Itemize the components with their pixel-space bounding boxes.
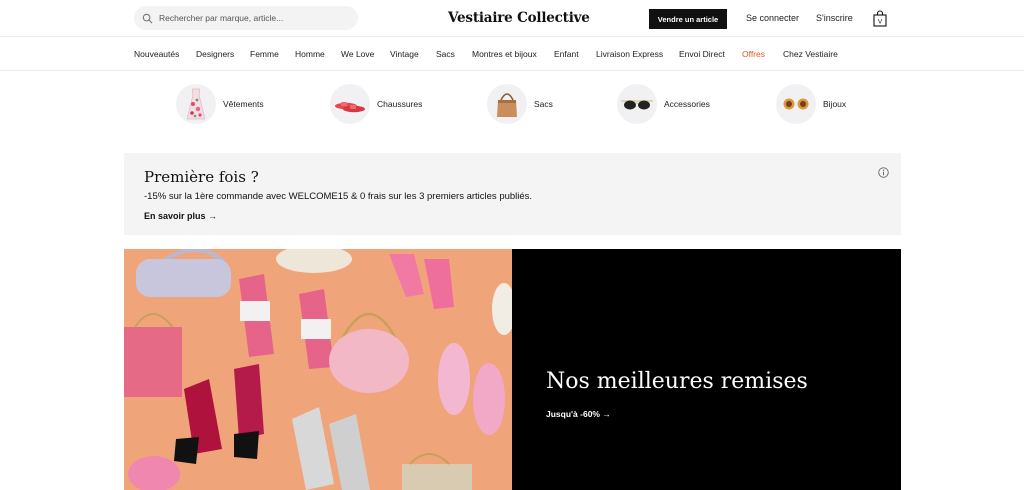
- info-icon[interactable]: [878, 167, 889, 178]
- dress-thumbnail-icon: [176, 84, 216, 124]
- bag-badge: V: [878, 19, 883, 26]
- sunglasses-thumbnail-icon: [617, 84, 657, 124]
- nav-item-chez-vestiaire[interactable]: Chez Vestiaire: [783, 49, 838, 59]
- promo-description: -15% sur la 1ère commande avec WELCOME15…: [144, 191, 533, 202]
- main-navigation: Nouveautés Designers Femme Homme We Love…: [0, 38, 1024, 71]
- nav-item-we-love[interactable]: We Love: [341, 49, 374, 59]
- category-chaussures[interactable]: Chaussures: [330, 84, 422, 124]
- nav-item-designers[interactable]: Designers: [196, 49, 234, 59]
- site-logo[interactable]: Vestiaire Collective: [448, 10, 590, 26]
- nav-item-homme[interactable]: Homme: [295, 49, 325, 59]
- search-icon: [142, 13, 153, 23]
- hero-discount-link[interactable]: Jusqu'à -60% →: [546, 409, 611, 419]
- category-sacs[interactable]: Sacs: [487, 84, 553, 124]
- nav-item-offres[interactable]: Offres: [742, 49, 765, 59]
- category-vetements[interactable]: Vêtements: [176, 84, 264, 124]
- earrings-thumbnail-icon: [776, 84, 816, 124]
- shoes-thumbnail-icon: [330, 84, 370, 124]
- promo-title: Première fois ?: [144, 168, 259, 186]
- login-link[interactable]: Se connecter: [746, 13, 799, 23]
- hero-banner[interactable]: Nos meilleures remises Jusqu'à -60% →: [124, 249, 901, 490]
- bag-thumbnail-icon: [487, 84, 527, 124]
- category-label: Bijoux: [823, 99, 847, 109]
- hero-text-panel: Nos meilleures remises Jusqu'à -60% →: [512, 249, 901, 490]
- category-accessories[interactable]: Accessories: [617, 84, 710, 124]
- sell-item-button[interactable]: Vendre un article: [649, 9, 727, 29]
- category-label: Accessories: [664, 99, 710, 109]
- first-order-promo-banner: Première fois ? -15% sur la 1ère command…: [124, 153, 901, 235]
- nav-item-sacs[interactable]: Sacs: [436, 49, 455, 59]
- nav-item-femme[interactable]: Femme: [250, 49, 279, 59]
- promo-learn-more-link[interactable]: En savoir plus →: [144, 211, 217, 221]
- category-bijoux[interactable]: Bijoux: [776, 84, 846, 124]
- category-label: Chaussures: [377, 99, 423, 109]
- nav-item-vintage[interactable]: Vintage: [390, 49, 419, 59]
- nav-item-livraison-express[interactable]: Livraison Express: [596, 49, 663, 59]
- hero-image: [124, 249, 512, 490]
- category-label: Sacs: [534, 99, 553, 109]
- nav-item-enfant[interactable]: Enfant: [554, 49, 579, 59]
- nav-item-montres-bijoux[interactable]: Montres et bijoux: [472, 49, 537, 59]
- nav-item-envoi-direct[interactable]: Envoi Direct: [679, 49, 725, 59]
- search-input[interactable]: [159, 13, 349, 23]
- signup-link[interactable]: S'inscrire: [816, 13, 853, 23]
- nav-item-nouveautes[interactable]: Nouveautés: [134, 49, 179, 59]
- category-label: Vêtements: [223, 99, 264, 109]
- shopping-bag-icon[interactable]: V: [873, 10, 887, 27]
- search-bar[interactable]: [134, 6, 358, 30]
- top-header: Vestiaire Collective Vendre un article S…: [0, 0, 1024, 37]
- hero-title: Nos meilleures remises: [546, 369, 808, 394]
